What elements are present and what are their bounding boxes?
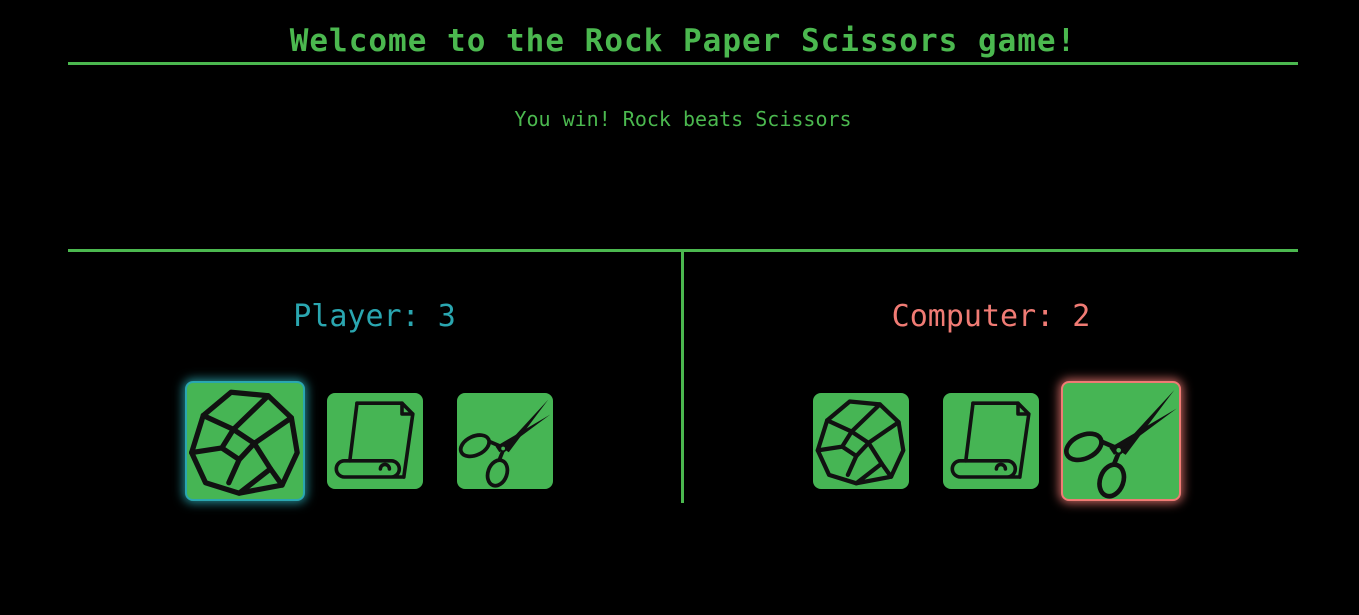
player-scissors-button[interactable]	[457, 393, 553, 489]
computer-panel: Computer: 2	[684, 252, 1298, 512]
scissors-icon	[458, 399, 551, 488]
computer-score: Computer: 2	[891, 299, 1091, 334]
game-page: Welcome to the Rock Paper Scissors game!…	[0, 0, 1359, 615]
player-panel: Player: 3	[68, 252, 681, 512]
round-result-text: You win! Rock beats Scissors	[514, 107, 852, 131]
page-title: Welcome to the Rock Paper Scissors game!	[289, 23, 1077, 59]
computer-scissors-button	[1061, 381, 1181, 501]
scissors-icon	[1064, 389, 1177, 499]
player-paper-button[interactable]	[327, 393, 423, 489]
player-score: Player: 3	[293, 299, 456, 334]
computer-paper-button	[943, 393, 1039, 489]
title-divider	[68, 62, 1298, 65]
computer-rock-button	[813, 393, 909, 489]
paper-icon	[950, 401, 1031, 479]
paper-icon	[334, 401, 415, 479]
player-rock-button[interactable]	[185, 381, 305, 501]
rock-icon	[189, 389, 300, 496]
rock-icon	[815, 399, 906, 486]
